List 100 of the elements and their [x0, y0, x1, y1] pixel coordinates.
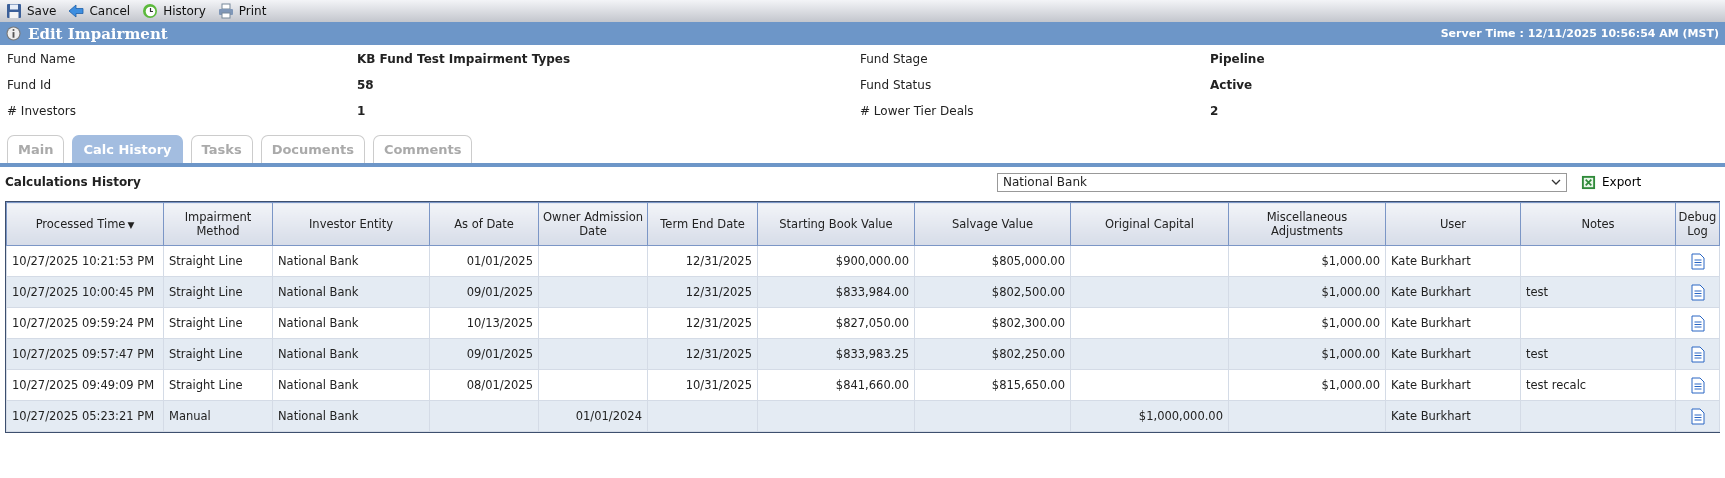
field-label: # Investors — [7, 104, 77, 118]
table-cell: 12/31/2025 — [685, 285, 752, 299]
table-cell: National Bank — [278, 254, 359, 268]
field-value: 2 — [1210, 104, 1220, 118]
field-value: KB Fund Test Impairment Types — [357, 52, 572, 66]
table-cell: $1,000.00 — [1321, 285, 1380, 299]
column-header: Starting Book Value — [757, 202, 915, 246]
table-cell: Kate Burkhart — [1391, 254, 1471, 268]
investor-dropdown[interactable]: National Bank — [997, 172, 1567, 192]
table-cell: $833,984.00 — [835, 285, 909, 299]
table-cell: $1,000,000.00 — [1138, 409, 1223, 423]
toolbar-button[interactable]: Save — [4, 3, 59, 19]
table-cell: Kate Burkhart — [1391, 347, 1471, 361]
table-cell: 08/01/2025 — [466, 378, 533, 392]
field-value: 1 — [357, 104, 367, 118]
table-cell: Straight Line — [169, 378, 243, 392]
table-cell: National Bank — [278, 347, 359, 361]
table-cell: 10/31/2025 — [685, 378, 752, 392]
table-cell: $802,250.00 — [991, 347, 1065, 361]
column-header: Investor Entity — [272, 202, 430, 246]
document-icon[interactable] — [1690, 252, 1705, 270]
table-cell: $841,660.00 — [835, 378, 909, 392]
table-cell: 01/01/2024 — [575, 409, 642, 423]
table-cell: 10/13/2025 — [466, 316, 533, 330]
table-cell: $1,000.00 — [1321, 378, 1380, 392]
field-label: Fund Name — [7, 52, 77, 66]
document-icon[interactable] — [1690, 314, 1705, 332]
table-cell: 10/27/2025 10:00:45 PM — [12, 285, 155, 299]
table-cell: National Bank — [278, 285, 359, 299]
toolbar-button[interactable]: History — [140, 3, 208, 19]
toolbar-button[interactable]: Print — [215, 3, 269, 19]
table-cell: 01/01/2025 — [466, 254, 533, 268]
column-header: Miscellaneous Adjustments — [1228, 202, 1386, 246]
table-cell: $1,000.00 — [1321, 254, 1380, 268]
column-header: Impairment Method — [163, 202, 273, 246]
table-cell: Straight Line — [169, 316, 243, 330]
table-cell: 10/27/2025 09:59:24 PM — [12, 316, 155, 330]
table-cell: $900,000.00 — [835, 254, 909, 268]
table-cell: $833,983.25 — [835, 347, 909, 361]
column-header: Debug Log — [1675, 202, 1720, 246]
table-cell: test — [1526, 285, 1549, 299]
table-cell: National Bank — [278, 378, 359, 392]
table-cell: National Bank — [278, 316, 359, 330]
back-arrow-icon — [68, 4, 85, 18]
table-cell: $1,000.00 — [1321, 347, 1380, 361]
table-cell: Straight Line — [169, 285, 243, 299]
toolbar-button[interactable]: Cancel — [66, 4, 133, 18]
table-cell: $815,650.00 — [991, 378, 1065, 392]
table-cell: $805,000.00 — [991, 254, 1065, 268]
table-cell: National Bank — [278, 409, 359, 423]
document-icon[interactable] — [1690, 407, 1705, 425]
field-value: Active — [1210, 78, 1254, 92]
table-cell: $802,500.00 — [991, 285, 1065, 299]
table-cell: Straight Line — [169, 347, 243, 361]
table-cell: $802,300.00 — [991, 316, 1065, 330]
table-cell: $1,000.00 — [1321, 316, 1380, 330]
column-header: Salvage Value — [914, 202, 1071, 246]
field-value: 58 — [357, 78, 375, 92]
field-label: Fund Stage — [860, 52, 929, 66]
table-cell: Straight Line — [169, 254, 243, 268]
field-label: # Lower Tier Deals — [860, 104, 975, 118]
field-label: Fund Id — [7, 78, 53, 92]
page-title: Edit Impairment — [28, 24, 168, 43]
column-header[interactable]: Processed Time ▼ — [6, 202, 164, 246]
column-header: Original Capital — [1070, 202, 1229, 246]
column-header: Term End Date — [647, 202, 758, 246]
table-cell: Kate Burkhart — [1391, 409, 1471, 423]
printer-icon — [217, 3, 234, 19]
column-header: Owner Admission Date — [538, 202, 648, 246]
table-cell: test — [1526, 347, 1549, 361]
table-cell: Kate Burkhart — [1391, 378, 1471, 392]
column-header: Notes — [1520, 202, 1676, 246]
table-cell: 09/01/2025 — [466, 347, 533, 361]
section-title: Calculations History — [5, 175, 142, 189]
table-cell: 12/31/2025 — [685, 347, 752, 361]
table-cell: 10/27/2025 10:21:53 PM — [12, 254, 155, 268]
spreadsheet-icon — [1581, 174, 1596, 190]
column-header: As of Date — [429, 202, 539, 246]
table-cell: Manual — [169, 409, 211, 423]
chevron-down-icon — [1551, 179, 1561, 185]
field-value: Pipeline — [1210, 52, 1266, 66]
table-cell: 10/27/2025 05:23:21 PM — [12, 409, 155, 423]
column-header: User — [1385, 202, 1521, 246]
document-icon[interactable] — [1690, 283, 1705, 301]
table-cell: 12/31/2025 — [685, 316, 752, 330]
table-cell: 10/27/2025 09:57:47 PM — [12, 347, 155, 361]
table-cell: 09/01/2025 — [466, 285, 533, 299]
table-cell: $827,050.00 — [835, 316, 909, 330]
table-cell: Kate Burkhart — [1391, 316, 1471, 330]
field-label: Fund Status — [860, 78, 933, 92]
server-time: Server Time : 12/11/2025 10:56:54 AM (MST) — [1440, 27, 1719, 40]
table-cell: test recalc — [1526, 378, 1587, 392]
table-cell: 10/27/2025 09:49:09 PM — [12, 378, 155, 392]
table-cell: 12/31/2025 — [685, 254, 752, 268]
document-icon[interactable] — [1690, 345, 1705, 363]
export-button[interactable]: Export — [1575, 173, 1648, 191]
document-icon[interactable] — [1690, 376, 1705, 394]
clock-icon — [142, 3, 159, 19]
table-cell: Kate Burkhart — [1391, 285, 1471, 299]
info-icon — [6, 26, 21, 41]
